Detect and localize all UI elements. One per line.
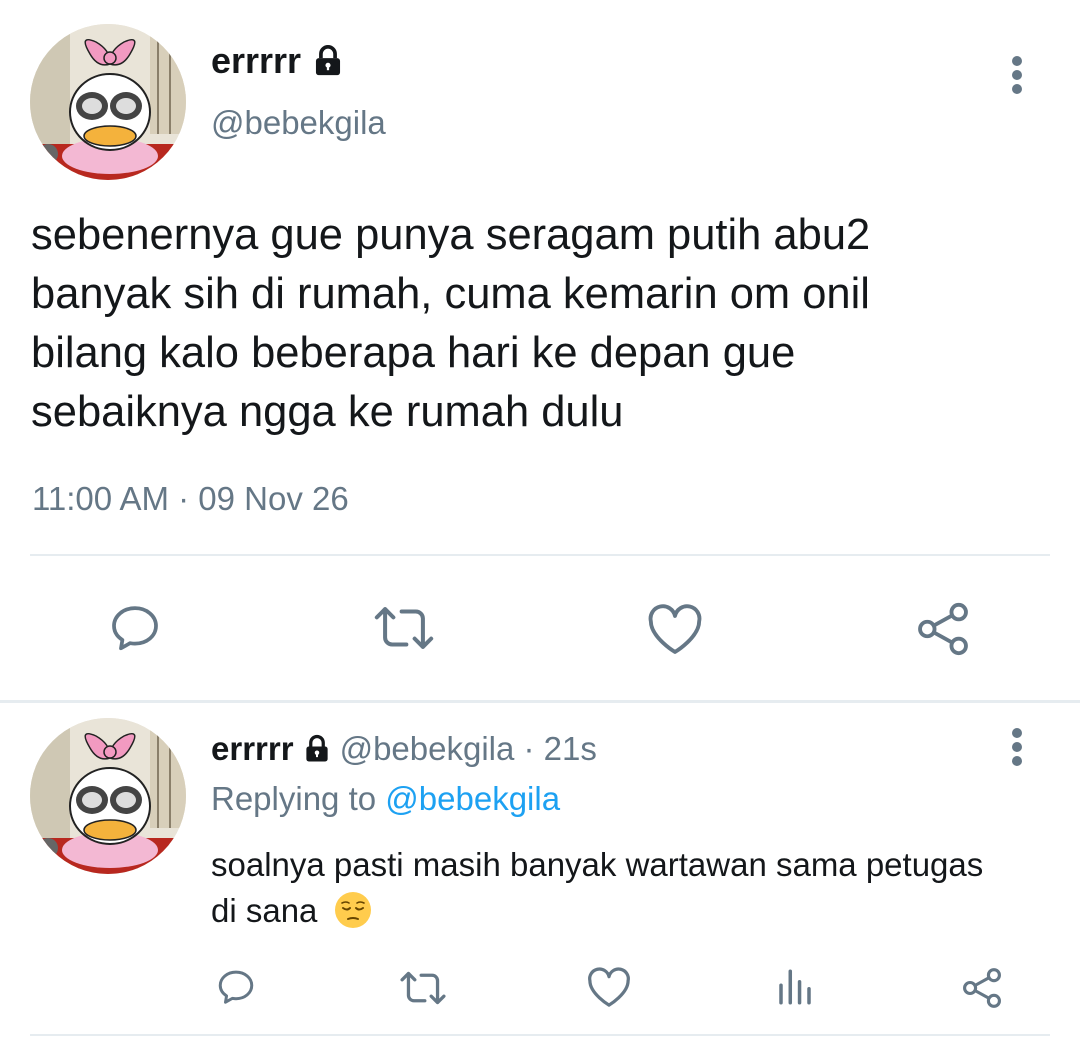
like-icon[interactable] xyxy=(586,966,632,1008)
reply-icon[interactable] xyxy=(214,966,258,1008)
replying-to: Replying to @bebekgila xyxy=(211,780,560,818)
lock-icon xyxy=(316,45,341,76)
share-icon[interactable] xyxy=(914,600,972,658)
display-name[interactable]: errrrr xyxy=(211,730,294,768)
share-icon[interactable] xyxy=(960,966,1004,1010)
reply-header: errrrr @bebekgila · 21s xyxy=(211,730,597,768)
avatar-image xyxy=(30,24,186,180)
divider xyxy=(30,1034,1050,1036)
analytics-icon[interactable] xyxy=(774,966,816,1008)
avatar[interactable] xyxy=(30,24,186,180)
section-separator xyxy=(0,700,1080,703)
more-options-icon[interactable] xyxy=(1011,56,1023,94)
pensive-face-emoji xyxy=(334,892,371,928)
avatar[interactable] xyxy=(30,718,186,874)
display-name-text: errrrr xyxy=(211,40,302,81)
retweet-icon[interactable] xyxy=(398,968,448,1008)
avatar-image xyxy=(30,718,186,874)
like-icon[interactable] xyxy=(646,602,704,656)
display-name[interactable]: errrrr xyxy=(211,40,345,82)
replying-mention-link[interactable]: @bebekgila xyxy=(385,780,560,817)
replying-prefix: Replying to xyxy=(211,780,377,817)
reply-icon[interactable] xyxy=(106,600,164,656)
reply-text-content: soalnya pasti masih banyak wartawan sama… xyxy=(211,846,984,929)
retweet-icon[interactable] xyxy=(372,602,436,654)
tweet-text: sebenernya gue punya seragam putih abu2 … xyxy=(31,211,871,436)
reply-tweet-text: soalnya pasti masih banyak wartawan sama… xyxy=(211,842,1011,934)
divider xyxy=(30,554,1050,556)
handle-and-time[interactable]: @bebekgila · 21s xyxy=(340,730,597,768)
lock-icon xyxy=(305,734,328,762)
tweet-thread: errrrr @bebekgila sebenernya gue punya s… xyxy=(0,0,1080,1038)
more-options-icon[interactable] xyxy=(1011,728,1023,766)
handle[interactable]: @bebekgila xyxy=(211,104,386,142)
tweet-timestamp[interactable]: 11:00 AM · 09 Nov 26 xyxy=(32,480,349,518)
